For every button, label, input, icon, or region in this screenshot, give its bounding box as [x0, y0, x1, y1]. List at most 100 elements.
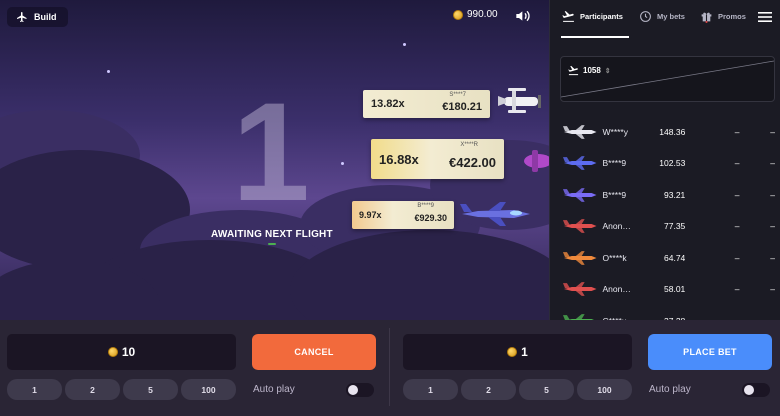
participant-bet: 148.36	[659, 126, 686, 137]
chip-button[interactable]: 100	[181, 379, 236, 400]
stake-input-right[interactable]: 1	[403, 334, 632, 370]
plane-avatar-icon	[562, 156, 597, 171]
banner-amount: €422.00	[449, 154, 496, 170]
plane-avatar-icon	[562, 250, 597, 265]
winner-banner: 16.88x X****R €422.00	[371, 139, 504, 179]
status-text: AWAITING NEXT FLIGHT	[211, 229, 333, 240]
participant-name: Anon…	[602, 284, 631, 295]
participant-name: W****y	[602, 126, 628, 137]
tab-label: My bets	[657, 12, 685, 21]
participant-win: –	[770, 189, 775, 200]
plane-icon	[17, 12, 27, 22]
stake-input-left[interactable]: 10	[7, 334, 236, 370]
star	[341, 162, 344, 165]
countdown-number: 1	[232, 73, 310, 230]
plane-purple-icon	[524, 150, 549, 172]
participant-multiplier: –	[734, 158, 740, 169]
participant-bet: 58.01	[664, 284, 686, 295]
participant-row: C****u37.28––	[560, 305, 775, 320]
participant-name: B****9	[602, 158, 627, 169]
balance-value: 990.00	[467, 9, 498, 20]
participant-multiplier: –	[734, 284, 740, 295]
participant-row: W****y 148.36 – –	[560, 116, 775, 148]
participant-win: –	[770, 158, 775, 169]
participant-win: –	[770, 284, 775, 295]
banner-amount: €929.30	[414, 212, 447, 223]
stake-value: 10	[121, 345, 136, 359]
participant-win: –	[770, 126, 775, 137]
plane-avatar-icon	[562, 187, 597, 202]
banner-amount: €180.21	[442, 100, 482, 113]
participant-row: B****9 102.53 – –	[560, 148, 775, 180]
banner-multiplier: 9.97x	[359, 210, 382, 220]
participant-win: –	[770, 221, 775, 232]
build-label: Build	[34, 12, 57, 22]
chip-button[interactable]: 2	[461, 379, 516, 400]
coin-icon	[453, 9, 463, 20]
banner-multiplier: 13.82x	[371, 98, 405, 110]
participant-multiplier: –	[734, 221, 740, 232]
balance-display: 990.00	[453, 9, 498, 20]
tab-active-indicator	[561, 36, 629, 38]
place-bet-button[interactable]: PLACE BET	[648, 334, 772, 370]
participants-panel: Participants My bets Promos 1058 ⇕ W****…	[549, 0, 780, 320]
chip-button[interactable]: 2	[65, 379, 120, 400]
build-button[interactable]: Build	[7, 7, 68, 27]
menu-icon[interactable]	[758, 11, 772, 23]
winner-banner: 9.97x B****9 €929.30	[352, 201, 454, 229]
biplane-icon	[498, 88, 541, 113]
participant-multiplier: –	[734, 126, 740, 137]
chip-button[interactable]: 5	[519, 379, 574, 400]
participants-trend-line	[561, 60, 774, 98]
sound-icon[interactable]	[515, 9, 531, 23]
plane-avatar-icon	[562, 282, 597, 297]
auto-play-toggle[interactable]	[346, 383, 374, 397]
participant-bet: 102.53	[659, 158, 686, 169]
gift-icon	[701, 12, 712, 23]
winner-banner: 13.82x S****7 €180.21	[363, 90, 490, 118]
star	[107, 70, 110, 73]
plane-avatar-icon	[562, 219, 597, 234]
banner-player: B****9	[417, 203, 434, 209]
participant-row: B****9 93.21 – –	[560, 179, 775, 211]
participant-bet: 64.74	[664, 252, 686, 263]
participant-bet: 77.35	[664, 221, 686, 232]
plane-avatar-icon	[562, 124, 597, 139]
participants-graph: 1058 ⇕	[560, 56, 775, 102]
star	[403, 43, 406, 46]
banner-player: X****R	[460, 142, 478, 148]
tab-my-bets[interactable]: My bets	[639, 10, 685, 23]
auto-play-label: Auto play	[649, 384, 691, 395]
stake-value: 1	[521, 345, 528, 359]
participant-name: O****k	[602, 252, 627, 263]
chip-button[interactable]: 5	[123, 379, 178, 400]
chip-button[interactable]: 100	[577, 379, 632, 400]
chip-button[interactable]: 1	[7, 379, 62, 400]
banner-multiplier: 16.88x	[379, 151, 419, 167]
participant-row: O****k 64.74 – –	[560, 242, 775, 274]
tab-promos[interactable]: Promos	[700, 10, 746, 23]
chip-button[interactable]: 1	[403, 379, 458, 400]
banner-player: S****7	[449, 92, 466, 98]
participants-list: W****y 148.36 – – B****9 102.53 – – B****9 93.21 –…	[560, 116, 775, 320]
history-icon	[640, 11, 651, 22]
plane-takeoff-icon	[562, 11, 574, 22]
status-indicator	[268, 243, 276, 245]
auto-play-toggle[interactable]	[742, 383, 770, 397]
participant-name: Anon…	[602, 221, 631, 232]
bet-bar: 10 CANCEL 1 2 5 100 Auto play 1 PLACE BE…	[0, 320, 780, 416]
tab-label: Participants	[580, 12, 623, 21]
participant-row: Anon… 77.35 – –	[560, 211, 775, 243]
coin-icon	[507, 347, 518, 357]
tab-participants[interactable]: Participants	[562, 10, 623, 23]
jet-icon	[460, 202, 530, 226]
participant-row: Anon… 58.01 – –	[560, 274, 775, 306]
cancel-button[interactable]: CANCEL	[252, 334, 376, 370]
game-scene: Build 990.00 1 AWAITING NEXT FLIGHT 13.8…	[0, 0, 549, 320]
auto-play-label: Auto play	[253, 384, 295, 395]
participant-win: –	[770, 252, 775, 263]
participant-multiplier: –	[734, 252, 740, 263]
participant-multiplier: –	[734, 189, 740, 200]
tab-label: Promos	[718, 12, 746, 21]
coin-icon	[107, 347, 118, 357]
